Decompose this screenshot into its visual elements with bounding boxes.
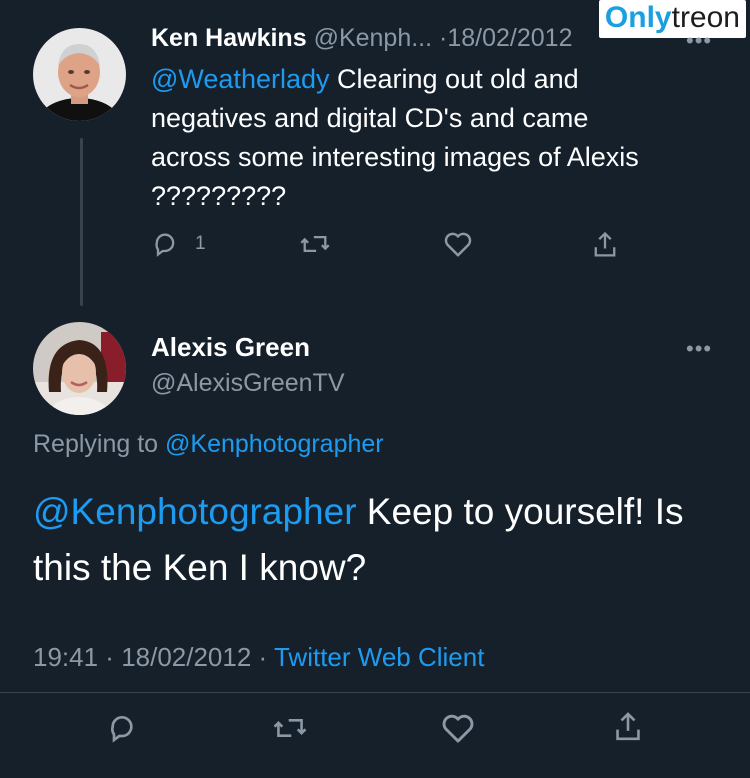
divider [0, 692, 750, 693]
reply-icon [155, 233, 175, 257]
client-link[interactable]: Twitter Web Client [274, 642, 484, 672]
share-button[interactable] [612, 710, 644, 744]
more-icon[interactable]: ••• [686, 28, 712, 54]
reply-icon [111, 715, 133, 743]
retweet-button[interactable] [272, 712, 308, 744]
share-icon [594, 231, 616, 257]
mention-link[interactable]: @Weatherlady [151, 64, 330, 94]
reply-count: 1 [195, 233, 206, 254]
parent-tweet-text: @Weatherlady Clearing out old and negati… [151, 60, 671, 216]
like-icon [442, 714, 474, 743]
avatar[interactable] [33, 28, 126, 121]
retweet-button[interactable] [299, 230, 331, 258]
thread-line [80, 138, 83, 306]
like-button[interactable] [443, 230, 473, 258]
main-tweet-text: @Kenphotographer Keep to yourself! Is th… [33, 484, 723, 596]
parent-author-handle[interactable]: @Kenph... [314, 24, 433, 52]
retweet-icon [300, 236, 330, 252]
reply-button[interactable]: 1 [151, 230, 206, 258]
parent-date[interactable]: 18/02/2012 [447, 24, 572, 52]
tweet-date[interactable]: 18/02/2012 [121, 642, 251, 672]
share-icon [616, 712, 640, 741]
more-icon[interactable]: ••• [686, 336, 712, 362]
replying-to-link[interactable]: @Kenphotographer [165, 430, 384, 458]
tweet-time[interactable]: 19:41 [33, 642, 98, 672]
avatar-alexis-green [33, 322, 126, 415]
watermark-logo: Onlytreon [598, 0, 746, 38]
retweet-icon [273, 719, 307, 737]
like-icon [444, 232, 472, 257]
tweet-metadata: 19:41 · 18/02/2012 · Twitter Web Client [33, 642, 485, 672]
mention-link[interactable]: @Kenphotographer [33, 491, 357, 532]
parent-author-name[interactable]: Ken Hawkins [151, 24, 307, 52]
reply-button[interactable] [106, 712, 138, 744]
author-handle[interactable]: @AlexisGreenTV [151, 369, 345, 398]
replying-to: Replying to @Kenphotographer [33, 430, 384, 459]
replying-prefix: Replying to [33, 430, 166, 458]
avatar-ken-hawkins [33, 28, 126, 121]
parent-tweet-header: Ken Hawkins @Kenph... ·18/02/2012 [151, 24, 572, 53]
share-button[interactable] [591, 230, 619, 260]
avatar[interactable] [33, 322, 126, 415]
author-name[interactable]: Alexis Green [151, 332, 310, 363]
like-button[interactable] [440, 712, 476, 744]
